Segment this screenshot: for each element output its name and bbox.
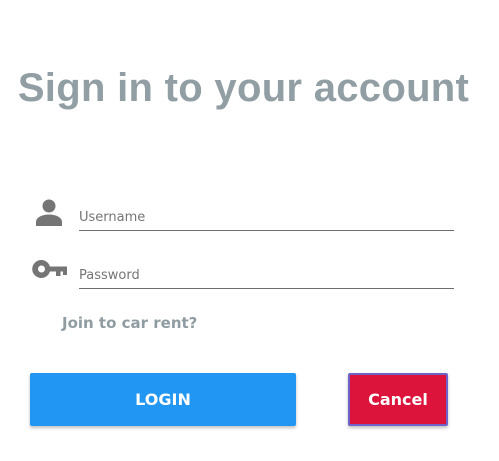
username-input[interactable] — [79, 206, 454, 229]
login-button[interactable]: LOGIN — [30, 373, 296, 426]
cancel-button[interactable]: Cancel — [348, 373, 448, 426]
key-icon — [32, 259, 67, 278]
join-link[interactable]: Join to car rent? — [62, 313, 197, 333]
username-field — [79, 206, 454, 231]
page-title: Sign in to your account — [17, 66, 470, 110]
password-field — [79, 264, 454, 289]
password-input[interactable] — [79, 264, 454, 287]
user-icon — [36, 199, 62, 226]
